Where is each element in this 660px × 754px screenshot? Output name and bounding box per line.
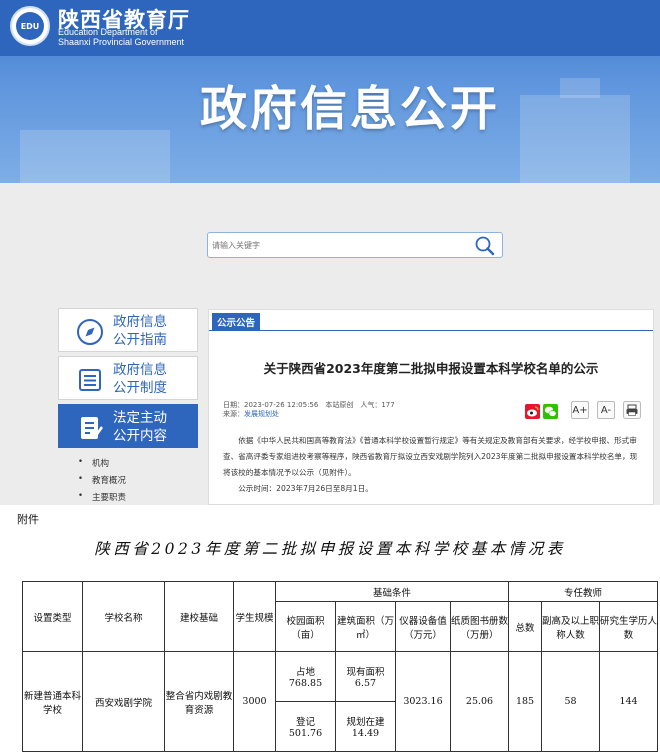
cell-senior-titles: 58 xyxy=(541,651,601,752)
school-info-table: 设置类型 学校名称 建校基础 学生规模 基础条件 专任教师 校园面积（亩） 建筑… xyxy=(22,581,659,752)
cell-postgraduate: 144 xyxy=(599,651,659,752)
site-header: EDU 陕西省教育厅 Education Department of Shaan… xyxy=(0,0,660,183)
cell-name: 西安戏剧学院 xyxy=(82,651,165,752)
cell-equipment-value: 3023.16 xyxy=(395,651,451,752)
font-smaller-button[interactable]: A- xyxy=(597,401,615,419)
section-tag[interactable]: 公示公告 xyxy=(212,313,261,331)
sidebar-item-content[interactable]: 法定主动 公开内容 xyxy=(58,404,198,448)
header-basic-conditions: 基础条件 xyxy=(274,581,510,602)
building-silhouette xyxy=(520,95,630,183)
wechat-share-icon[interactable] xyxy=(543,404,558,419)
header-total: 总数 xyxy=(508,601,543,652)
cell-building-planned: 规划在建 14.49 xyxy=(335,701,396,752)
subnav-item-organization[interactable]: 机构 xyxy=(78,457,109,469)
sidebar-item-label: 政府信息 公开指南 xyxy=(113,314,167,348)
search-input[interactable] xyxy=(212,237,462,253)
header-basis: 建校基础 xyxy=(164,581,234,652)
cell-campus-land: 占地 768.85 xyxy=(275,651,336,702)
notice-panel: 公示公告 关于陕西省2023年度第二批拟申报设置本科学校名单的公示 日期：202… xyxy=(208,309,654,505)
sidebar-item-guide[interactable]: 政府信息 公开指南 xyxy=(58,308,198,352)
sidebar-item-label: 法定主动 公开内容 xyxy=(113,410,167,444)
weibo-share-icon[interactable] xyxy=(525,404,540,419)
print-icon[interactable] xyxy=(623,401,641,419)
attachment-title: 陕西省2023年度第二批拟申报设置本科学校基本情况表 xyxy=(94,540,566,558)
header-campus-area: 校园面积（亩） xyxy=(275,601,336,652)
cell-books: 25.06 xyxy=(449,651,510,752)
notice-paragraph: 依据《中华人民共和国高等教育法》《普通本科学校设置暂行规定》等有关规定及教育部有… xyxy=(223,436,638,477)
notice-date-line: 日期：2023-07-26 12:05:56 本站原创 人气：177 xyxy=(223,401,395,409)
site-logo[interactable]: EDU xyxy=(10,6,50,46)
site-name-en-line2: Shaanxi Provincial Government xyxy=(58,37,185,47)
header-students: 学生规模 xyxy=(233,581,276,652)
header-books: 纸质图书册数（万册） xyxy=(449,601,510,652)
edit-document-icon xyxy=(81,417,104,439)
source-link[interactable]: 发展规划处 xyxy=(244,410,279,418)
cell-basis: 整合省内戏剧教育资源 xyxy=(164,651,234,752)
header-name: 学校名称 xyxy=(82,581,165,652)
banner-title: 政府信息公开 xyxy=(200,82,500,137)
compass-icon xyxy=(77,319,103,345)
notice-title: 关于陕西省2023年度第二批拟申报设置本科学校名单的公示 xyxy=(263,361,599,376)
site-name-en-line1: Education Department of xyxy=(58,27,158,37)
subnav-item-overview[interactable]: 教育概况 xyxy=(78,474,126,486)
emblem-icon: EDU xyxy=(16,12,44,40)
cell-campus-registered: 登记 501.76 xyxy=(275,701,336,752)
search-box xyxy=(207,232,503,258)
sidebar-item-system[interactable]: 政府信息 公开制度 xyxy=(58,356,198,400)
building-silhouette-left xyxy=(20,130,170,183)
cell-type: 新建普通本科学校 xyxy=(22,651,83,752)
header-equipment-value: 仪器设备值（万元） xyxy=(395,601,451,652)
attachment-label: 附件 xyxy=(17,513,39,526)
notice-meta: 日期：2023-07-26 12:05:56 本站原创 人气：177 来源：发展… xyxy=(223,401,395,419)
notice-body: 依据《中华人民共和国高等教育法》《普通本科学校设置暂行规定》等有关规定及教育部有… xyxy=(223,433,643,497)
list-icon xyxy=(79,369,101,391)
cell-teachers-total: 185 xyxy=(508,651,543,752)
notice-paragraph: 公示时间：2023年7月26日至8月1日。 xyxy=(238,484,373,493)
font-larger-button[interactable]: A+ xyxy=(571,401,589,419)
header-postgraduate: 研究生学历人数 xyxy=(599,601,659,652)
header-building-area: 建筑面积（万㎡） xyxy=(335,601,396,652)
source-label: 来源： xyxy=(223,410,244,418)
divider xyxy=(209,330,653,331)
header-type: 设置类型 xyxy=(22,581,83,652)
search-icon[interactable] xyxy=(474,235,496,257)
subnav-item-duties[interactable]: 主要职责 xyxy=(78,491,126,503)
sidebar-item-label: 政府信息 公开制度 xyxy=(113,362,167,396)
cell-students: 3000 xyxy=(233,651,276,752)
cell-building-existing: 现有面积 6.57 xyxy=(335,651,396,702)
building-roof xyxy=(560,78,600,98)
header-teachers: 专任教师 xyxy=(508,581,659,602)
header-senior-titles: 副高及以上职称人数 xyxy=(541,601,601,652)
